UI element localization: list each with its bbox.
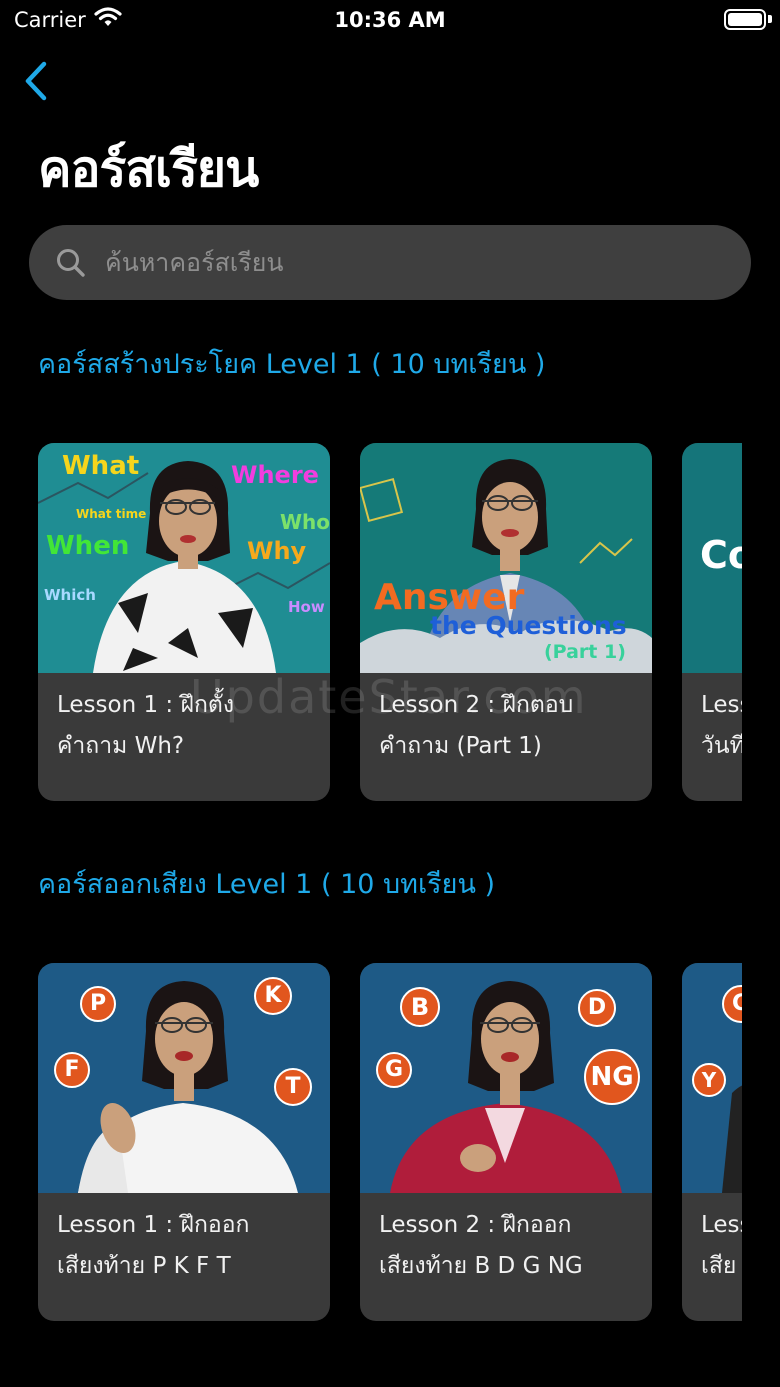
sound-badge: T — [274, 1068, 312, 1106]
lesson-title: Lesson 1 : ฝึกออก เสียงท้าย P K F T — [57, 1212, 250, 1279]
thumb-word: What time — [76, 507, 147, 521]
sound-badge: K — [254, 977, 292, 1015]
section-title-pronunciation-course: คอร์สออกเสียง Level 1 ( 10 บทเรียน ) — [38, 869, 496, 900]
clock: 10:36 AM — [334, 8, 446, 32]
lesson-card[interactable]: Co Less วันที — [682, 443, 742, 801]
thumb-word: Which — [44, 586, 96, 604]
section-title-sentence-course: คอร์สสร้างประโยค Level 1 ( 10 บทเรียน ) — [38, 349, 546, 380]
lesson-thumbnail: Co — [682, 443, 742, 673]
thumb-word: Co — [700, 533, 742, 577]
lesson-thumbnail: Answer the Questions (Part 1) — [360, 443, 652, 673]
lesson-row-pronunciation-course[interactable]: P K F T Lesson 1 : ฝึกออก เสียงท้าย P K … — [38, 963, 742, 1323]
lesson-title: Less เสีย — [701, 1212, 742, 1279]
thumb-word: the Questions — [430, 611, 627, 640]
lesson-card[interactable]: Answer the Questions (Part 1) Lesson 2 :… — [360, 443, 652, 801]
sound-badge: G — [376, 1052, 412, 1088]
status-bar: Carrier 10:36 AM — [0, 0, 780, 40]
lesson-card[interactable]: Y G Less เสีย — [682, 963, 742, 1321]
back-button[interactable] — [16, 56, 60, 106]
sound-badge: F — [54, 1052, 90, 1088]
lesson-title: Lesson 2 : ฝึกตอบ คำถาม (Part 1) — [379, 692, 574, 759]
lesson-thumbnail: B D G NG — [360, 963, 652, 1193]
thumb-word: (Part 1) — [544, 641, 626, 663]
lesson-title: Less วันที — [701, 692, 742, 759]
lesson-row-sentence-course[interactable]: What Where What time Who When Why Which … — [38, 443, 742, 803]
sound-badge: Y — [692, 1063, 726, 1097]
lesson-card[interactable]: B D G NG Lesson 2 : ฝึกออก เสียงท้าย B D… — [360, 963, 652, 1321]
sound-badge: B — [400, 987, 440, 1027]
thumb-word: What — [62, 451, 140, 481]
lesson-title: Lesson 1 : ฝึกตั้ง คำถาม Wh? — [57, 692, 235, 759]
search-icon — [57, 249, 85, 277]
search-bar[interactable] — [29, 225, 751, 300]
sound-badge: NG — [584, 1049, 640, 1105]
search-input[interactable] — [105, 239, 725, 285]
page-title: คอร์สเรียน — [38, 140, 259, 198]
thumb-word: Who — [280, 510, 330, 534]
lesson-card[interactable]: P K F T Lesson 1 : ฝึกออก เสียงท้าย P K … — [38, 963, 330, 1321]
sound-badge: P — [80, 986, 116, 1022]
thumb-word: Why — [247, 537, 307, 565]
thumb-word: Where — [231, 461, 319, 489]
battery-icon — [724, 9, 766, 30]
battery-nub — [768, 15, 772, 23]
lesson-title: Lesson 2 : ฝึกออก เสียงท้าย B D G NG — [379, 1212, 583, 1279]
lesson-thumbnail: P K F T — [38, 963, 330, 1193]
sound-badge: D — [578, 989, 616, 1027]
chevron-left-icon — [25, 61, 47, 101]
thumb-word: When — [46, 531, 130, 561]
lesson-thumbnail: What Where What time Who When Why Which … — [38, 443, 330, 673]
thumb-word: How — [288, 598, 325, 616]
lesson-thumbnail: Y G — [682, 963, 742, 1193]
lesson-card[interactable]: What Where What time Who When Why Which … — [38, 443, 330, 801]
